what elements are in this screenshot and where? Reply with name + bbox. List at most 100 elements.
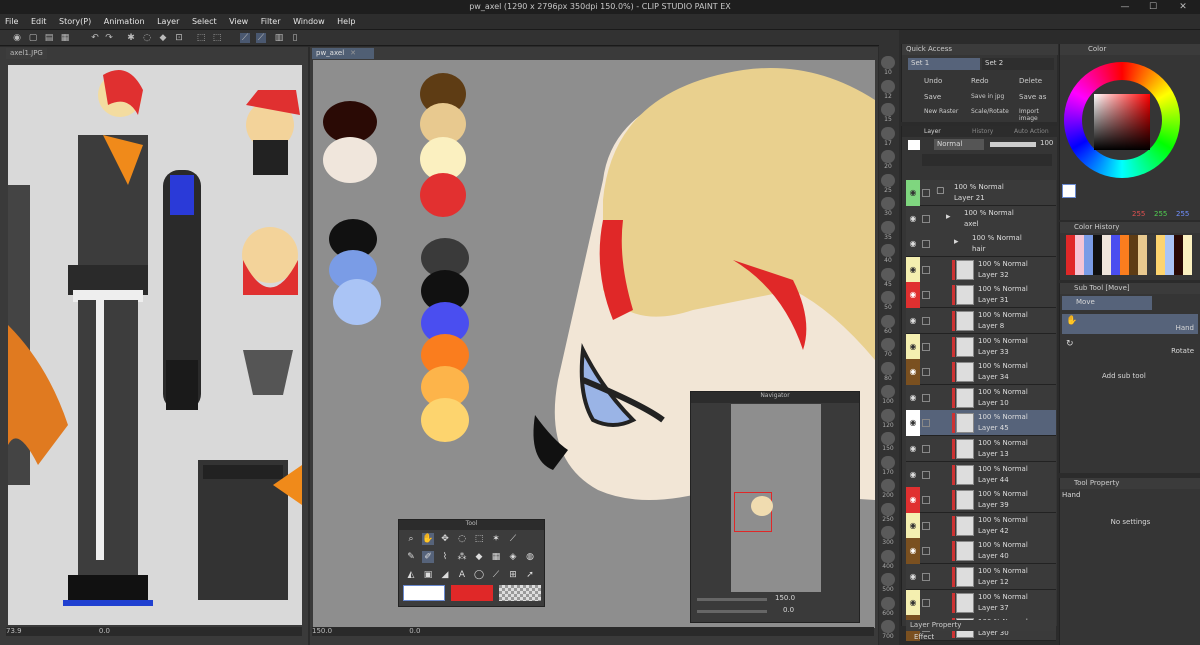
layer-row[interactable]: ◉ 100 % Normal Layer 32	[906, 256, 1056, 283]
shape-tool-icon[interactable]: ◢	[439, 569, 451, 581]
brush-size-preset[interactable]	[881, 103, 895, 116]
layer-row[interactable]: ◉ 100 % Normal Layer 37	[906, 589, 1056, 616]
fill-tool-icon[interactable]: ◭	[405, 569, 417, 581]
reference-canvas[interactable]	[8, 65, 302, 625]
layer-color-icon[interactable]	[908, 140, 920, 150]
layer-row[interactable]: ◉ 100 % Normal Layer 39	[906, 487, 1056, 514]
visibility-eye-icon[interactable]: ◉	[906, 256, 920, 283]
brush-size-preset[interactable]	[881, 126, 895, 140]
visibility-eye-icon[interactable]: ◉	[906, 308, 920, 334]
quick-import-button[interactable]: Import image	[1019, 108, 1057, 122]
layer-lock-checkbox[interactable]	[922, 240, 930, 249]
main-rotation-value[interactable]: 0.0	[409, 627, 420, 635]
layer-lock-checkbox[interactable]	[922, 265, 930, 274]
brush-size-preset[interactable]	[881, 385, 895, 398]
menu-layer[interactable]: Layer	[152, 14, 184, 29]
brush-size-preset[interactable]	[881, 244, 895, 257]
tab-auto-action[interactable]: Auto Action	[1014, 128, 1049, 135]
visibility-eye-icon[interactable]: ◉	[906, 180, 920, 206]
lasso-icon[interactable]: ✱	[126, 33, 136, 43]
view-icon[interactable]: ◉	[12, 33, 22, 43]
brush-size-preset[interactable]	[881, 314, 895, 328]
quick-save-as-button[interactable]: Save as	[1019, 93, 1046, 101]
blend-mode-select[interactable]: Normal	[934, 139, 984, 150]
layer-lock-checkbox[interactable]	[922, 547, 930, 556]
visibility-eye-icon[interactable]: ◉	[906, 589, 920, 616]
layer-lock-checkbox[interactable]	[922, 317, 930, 325]
grid-tool-icon[interactable]: ▦	[490, 551, 502, 563]
left-rotation-value[interactable]: 0.0	[99, 627, 110, 635]
brush-size-preset[interactable]	[881, 291, 895, 304]
subtool-hand[interactable]: ✋ Hand	[1062, 314, 1198, 334]
layer-lock-checkbox[interactable]	[922, 573, 930, 581]
brush-size-preset[interactable]	[881, 197, 895, 210]
brush-size-preset[interactable]	[881, 455, 895, 469]
layer-lock-checkbox[interactable]	[922, 393, 930, 402]
transparent-color-swatch[interactable]	[499, 585, 541, 601]
layer-row[interactable]: ◉ 100 % Normal Layer 34	[906, 359, 1056, 386]
device-icon[interactable]: ▯	[290, 33, 300, 43]
quick-redo-button[interactable]: Redo	[971, 77, 989, 85]
visibility-eye-icon[interactable]: ◉	[906, 206, 920, 232]
layer-lock-checkbox[interactable]	[922, 445, 930, 453]
eraser-icon[interactable]: ◆	[473, 551, 485, 563]
left-zoom-value[interactable]: 73.9	[6, 627, 22, 635]
brush-size-preset[interactable]	[881, 502, 895, 516]
blend-tool-icon[interactable]: ◈	[507, 551, 519, 563]
brush-tool-icon[interactable]: ⌇	[439, 551, 451, 563]
hue-ring[interactable]	[1064, 62, 1180, 178]
layer-row[interactable]: ◉ 100 % Normal Layer 33	[906, 333, 1056, 360]
zoom-tool-icon[interactable]: ⌕	[405, 533, 417, 545]
pen-tool-icon[interactable]: ✎	[405, 551, 417, 563]
visibility-eye-icon[interactable]: ◉	[906, 359, 920, 386]
layer-lock-checkbox[interactable]	[922, 598, 930, 607]
maximize-button[interactable]: ☐	[1146, 2, 1160, 12]
layer-lock-checkbox[interactable]	[922, 342, 930, 351]
ruler-icon[interactable]: ⟋	[240, 33, 250, 43]
swatch[interactable]	[333, 279, 381, 325]
layer-lock-checkbox[interactable]	[922, 291, 930, 300]
quick-save-jpg-button[interactable]: Save in jpg	[971, 93, 1004, 100]
swatch[interactable]	[323, 137, 377, 183]
layer-lock-checkbox[interactable]	[922, 368, 930, 377]
brush-size-preset[interactable]	[881, 150, 895, 163]
layer-row[interactable]: ◉ ▸ 100 % Normal axel	[906, 205, 1056, 232]
transform-icon[interactable]: ⬚	[196, 33, 206, 43]
magic-wand-icon[interactable]: ✶	[490, 533, 502, 545]
layer-lock-checkbox[interactable]	[922, 189, 930, 197]
visibility-eye-icon[interactable]: ◉	[906, 564, 920, 590]
pencil-tool-icon[interactable]: ✐	[422, 551, 434, 563]
open-icon[interactable]: ▤	[44, 33, 54, 43]
snap-icon[interactable]: ⟋	[256, 33, 266, 43]
layer-lock-checkbox[interactable]	[922, 496, 930, 505]
layer-lock-checkbox[interactable]	[922, 214, 930, 223]
quick-new-raster-button[interactable]: New Raster	[924, 108, 958, 115]
add-subtool-button[interactable]: Add sub tool	[1102, 372, 1146, 380]
color-main-chip[interactable]	[1062, 184, 1076, 198]
quick-set2-tab[interactable]: Set 2	[982, 58, 1054, 70]
layer-lock-checkbox[interactable]	[922, 521, 930, 530]
menu-story[interactable]: Story(P)	[54, 14, 96, 29]
brush-size-preset[interactable]	[881, 573, 895, 586]
subtool-group-move[interactable]: Move	[1062, 296, 1152, 310]
balloon-icon[interactable]: ◯	[473, 569, 485, 581]
tab-history[interactable]: History	[972, 128, 993, 135]
brush-size-preset[interactable]	[881, 79, 895, 93]
visibility-eye-icon[interactable]: ◉	[906, 487, 920, 514]
layer-row[interactable]: ◉ 100 % Normal Layer 12	[906, 564, 1056, 590]
layer-row[interactable]: ◉ ▢ 100 % Normal Layer 21	[906, 180, 1056, 206]
layer-row[interactable]: ◉ 100 % Normal Layer 40	[906, 538, 1056, 565]
lasso-tool-icon[interactable]: ⬚	[473, 533, 485, 545]
layer-row[interactable]: ◉ 100 % Normal Layer 8	[906, 308, 1056, 334]
brush-size-preset[interactable]	[881, 479, 895, 492]
menu-help[interactable]: Help	[332, 14, 360, 29]
brush-size-preset[interactable]	[881, 408, 895, 422]
visibility-eye-icon[interactable]: ◉	[906, 462, 920, 488]
selection-tool-icon[interactable]: ◌	[456, 533, 468, 545]
fill-icon[interactable]: ◆	[158, 33, 168, 43]
layer-row[interactable]: ◉ 100 % Normal Layer 45	[906, 410, 1056, 437]
visibility-eye-icon[interactable]: ◉	[906, 512, 920, 539]
text-tool-icon[interactable]: A	[456, 569, 468, 581]
layer-lock-checkbox[interactable]	[922, 419, 930, 428]
smudge-icon[interactable]: ◍	[524, 551, 536, 563]
